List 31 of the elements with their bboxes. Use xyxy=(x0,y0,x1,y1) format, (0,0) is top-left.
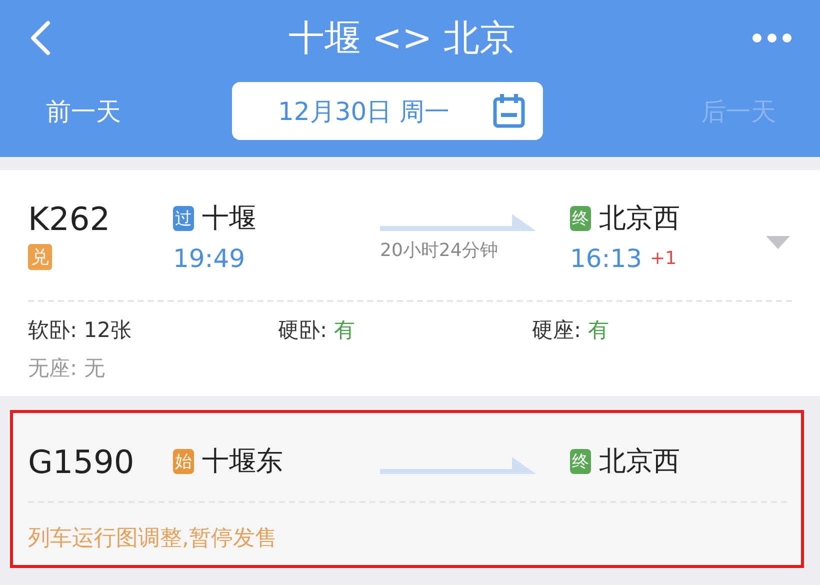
train-number: K262 xyxy=(28,200,110,238)
station-badge: 终 xyxy=(570,206,591,230)
route-arrow-icon xyxy=(380,214,536,232)
seat-availability: 无座: 无 xyxy=(28,355,106,382)
previous-day-link[interactable]: 前一天 xyxy=(46,94,232,128)
calendar-icon[interactable] xyxy=(493,94,526,128)
train-number: G1590 xyxy=(28,443,134,481)
route-arrow-icon xyxy=(380,457,536,475)
date-picker[interactable]: 12月30日 周一 xyxy=(232,82,544,140)
departure-station: 十堰东 xyxy=(202,445,283,479)
travel-duration: 20小时24分钟 xyxy=(380,239,498,262)
seat-availability: 软卧: 12张 xyxy=(28,317,132,344)
page-title: 十堰 <> 北京 xyxy=(288,16,516,60)
departure-time: 19:49 xyxy=(173,244,246,273)
day-offset: +1 xyxy=(650,248,677,269)
train-card[interactable]: G1590 始 十堰东 终 北京西 列车运行图调整,暂停发售 xyxy=(10,410,804,568)
back-icon[interactable] xyxy=(28,20,52,56)
arrival-station: 北京西 xyxy=(599,445,680,479)
departure-station: 十堰 xyxy=(202,202,256,236)
station-badge: 过 xyxy=(173,206,194,230)
arrival-station: 北京西 xyxy=(599,202,680,236)
station-badge: 终 xyxy=(570,448,591,474)
seat-availability: 硬卧: 有 xyxy=(278,317,356,344)
arrival-time: 16:13 xyxy=(570,244,642,273)
station-badge: 始 xyxy=(173,448,194,474)
caret-icon[interactable] xyxy=(766,236,790,250)
train-card[interactable]: K262 兑 过 十堰 19:49 20小时24分钟 终 北京西 16:13 +1 软卧: 12张 硬卧: 有 硬座: 有 无座: 无 xyxy=(0,170,820,396)
exchange-tag: 兑 xyxy=(28,244,52,270)
sale-notice: 列车运行图调整,暂停发售 xyxy=(28,525,278,553)
more-icon[interactable] xyxy=(752,33,792,43)
seat-availability: 硬座: 有 xyxy=(532,317,610,344)
